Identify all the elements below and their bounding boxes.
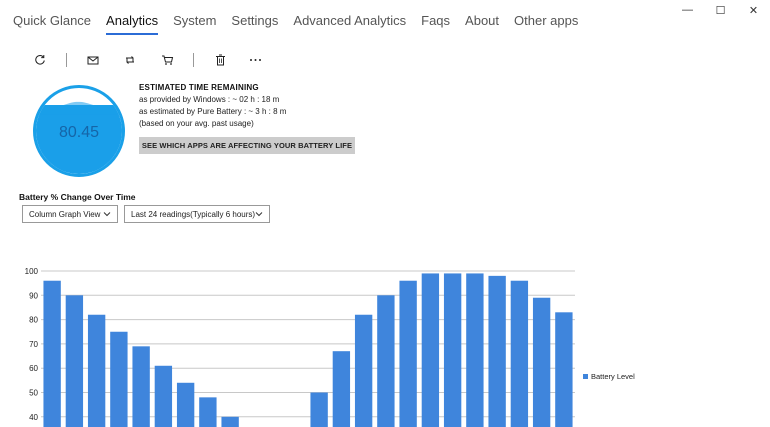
view-dropdown[interactable]: Column Graph View bbox=[22, 205, 118, 223]
toolbar-divider bbox=[66, 53, 67, 67]
windows-estimate: as provided by Windows : ~ 02 h : 18 m bbox=[139, 95, 280, 104]
tab-faqs[interactable]: Faqs bbox=[421, 12, 450, 34]
minimize-button[interactable]: — bbox=[671, 0, 704, 20]
bar-0 bbox=[43, 280, 61, 427]
estimate-title: ESTIMATED TIME REMAINING bbox=[139, 83, 259, 92]
maximize-button[interactable]: ☐ bbox=[704, 0, 737, 20]
bar-21 bbox=[510, 280, 529, 427]
bar-17 bbox=[421, 273, 440, 427]
battery-percent: 80.45 bbox=[58, 124, 100, 141]
bar-13 bbox=[332, 351, 351, 427]
tab-analytics[interactable]: Analytics bbox=[106, 12, 159, 35]
bar-2 bbox=[87, 314, 106, 427]
y-tick-label: 50 bbox=[29, 389, 38, 398]
view-dropdown-value: Column Graph View bbox=[29, 209, 101, 219]
close-button[interactable]: ✕ bbox=[737, 0, 770, 20]
bar-1 bbox=[65, 295, 84, 427]
toolbar bbox=[26, 50, 269, 70]
y-tick-label: 100 bbox=[25, 267, 39, 276]
battery-chart: 100 90 80 70 60 50 40 bbox=[0, 260, 770, 427]
tab-settings[interactable]: Settings bbox=[231, 12, 278, 34]
tab-about[interactable]: About bbox=[465, 12, 499, 34]
bar-14 bbox=[354, 314, 373, 427]
delete-icon[interactable] bbox=[206, 50, 234, 70]
bar-6 bbox=[176, 382, 195, 427]
tab-system[interactable]: System bbox=[173, 12, 216, 34]
chevron-down-icon bbox=[103, 212, 111, 217]
main-nav: Quick Glance Analytics System Settings A… bbox=[13, 12, 593, 35]
cart-icon[interactable] bbox=[153, 50, 181, 70]
bar-5 bbox=[154, 365, 173, 427]
pure-battery-estimate: as estimated by Pure Battery : ~ 3 h : 8… bbox=[139, 107, 287, 116]
bar-19 bbox=[466, 273, 484, 427]
refresh-icon[interactable] bbox=[26, 50, 54, 70]
bar-4 bbox=[132, 346, 150, 427]
range-dropdown[interactable]: Last 24 readings(Typically 6 hours) bbox=[124, 205, 270, 223]
chevron-down-icon bbox=[255, 212, 263, 217]
battery-gauge: 80.45 bbox=[33, 85, 125, 177]
bar-20 bbox=[488, 275, 506, 427]
estimate-panel: ESTIMATED TIME REMAINING as provided by … bbox=[139, 83, 286, 128]
estimate-note: (based on your avg. past usage) bbox=[139, 119, 254, 128]
see-apps-button[interactable]: SEE WHICH APPS ARE AFFECTING YOUR BATTER… bbox=[139, 137, 355, 154]
toolbar-divider bbox=[193, 53, 194, 67]
tab-quick-glance[interactable]: Quick Glance bbox=[13, 12, 91, 34]
bar-3 bbox=[110, 331, 128, 427]
battery-chart-svg: 100 90 80 70 60 50 40 bbox=[25, 267, 575, 427]
y-tick-label: 90 bbox=[29, 291, 38, 300]
bar-8 bbox=[221, 416, 239, 427]
y-tick-label: 80 bbox=[29, 316, 38, 325]
bar-7 bbox=[199, 397, 217, 427]
bar-12 bbox=[310, 392, 328, 427]
range-dropdown-value: Last 24 readings(Typically 6 hours) bbox=[131, 209, 256, 219]
bar-18 bbox=[443, 273, 462, 427]
y-tick-label: 70 bbox=[29, 340, 38, 349]
bar-22 bbox=[532, 297, 551, 427]
y-tick-label: 60 bbox=[29, 364, 38, 373]
bar-23 bbox=[555, 312, 573, 427]
window-controls: — ☐ ✕ bbox=[671, 0, 770, 20]
legend-label: Battery Level bbox=[591, 372, 635, 381]
chart-section-title: Battery % Change Over Time bbox=[19, 192, 136, 202]
chart-legend: Battery Level bbox=[583, 372, 635, 381]
legend-swatch bbox=[583, 374, 588, 379]
more-icon[interactable] bbox=[241, 50, 269, 70]
y-tick-label: 40 bbox=[29, 413, 38, 422]
bar-16 bbox=[399, 280, 417, 427]
tab-advanced-analytics[interactable]: Advanced Analytics bbox=[293, 12, 406, 34]
tab-other-apps[interactable]: Other apps bbox=[514, 12, 578, 34]
mail-icon[interactable] bbox=[79, 50, 107, 70]
bar-15 bbox=[377, 295, 395, 427]
repeat-icon[interactable] bbox=[116, 50, 144, 70]
title-bar: Quick Glance Analytics System Settings A… bbox=[0, 0, 770, 40]
